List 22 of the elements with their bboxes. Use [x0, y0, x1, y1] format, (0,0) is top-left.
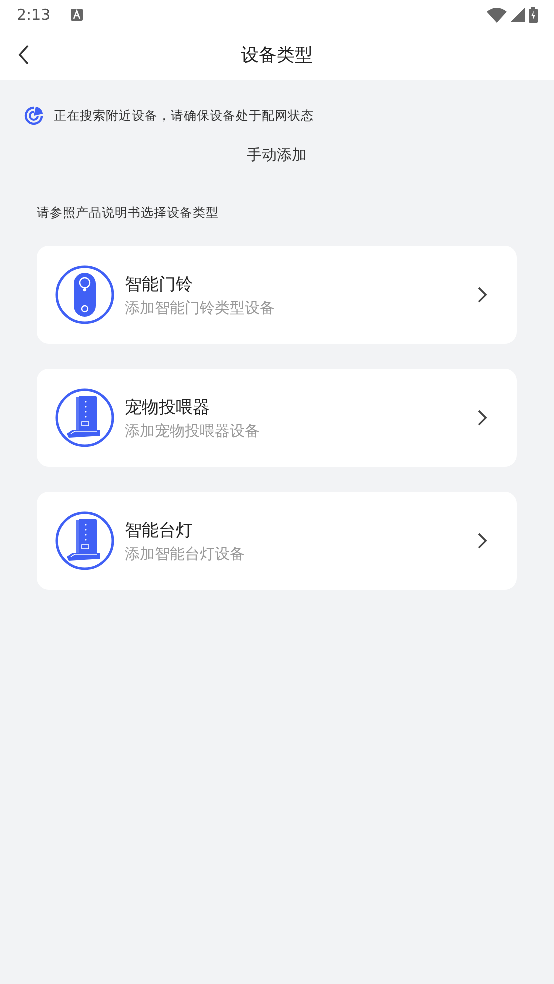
- device-type-card[interactable]: 宠物投喂器 添加宠物投喂器设备: [37, 369, 517, 467]
- status-time: 2:13: [17, 6, 51, 24]
- device-name: 宠物投喂器: [125, 396, 211, 418]
- feeder-icon: [55, 511, 115, 571]
- device-description: 添加宠物投喂器设备: [125, 422, 261, 440]
- signal-icon: [511, 8, 525, 22]
- device-type-card[interactable]: 智能台灯 添加智能台灯设备: [37, 492, 517, 590]
- manual-add-button[interactable]: 手动添加: [247, 146, 307, 165]
- page-title: 设备类型: [241, 44, 313, 67]
- keyboard-icon: [70, 9, 83, 21]
- doorbell-icon: [55, 265, 115, 325]
- battery-icon: [529, 7, 538, 23]
- device-description: 添加智能门铃类型设备: [125, 298, 276, 318]
- scan-notice: 正在搜索附近设备，请确保设备处于配网状态: [54, 108, 314, 124]
- device-type-card[interactable]: 智能门铃 添加智能门铃类型设备: [37, 246, 517, 344]
- radar-icon: [24, 106, 44, 126]
- wifi-icon: [487, 8, 507, 22]
- device-description: 添加智能台灯设备: [125, 544, 246, 564]
- device-name: 智能门铃: [125, 274, 194, 296]
- feeder-icon: [55, 388, 115, 448]
- device-name: 智能台灯: [125, 520, 194, 542]
- hint-text: 请参照产品说明书选择设备类型: [37, 205, 220, 222]
